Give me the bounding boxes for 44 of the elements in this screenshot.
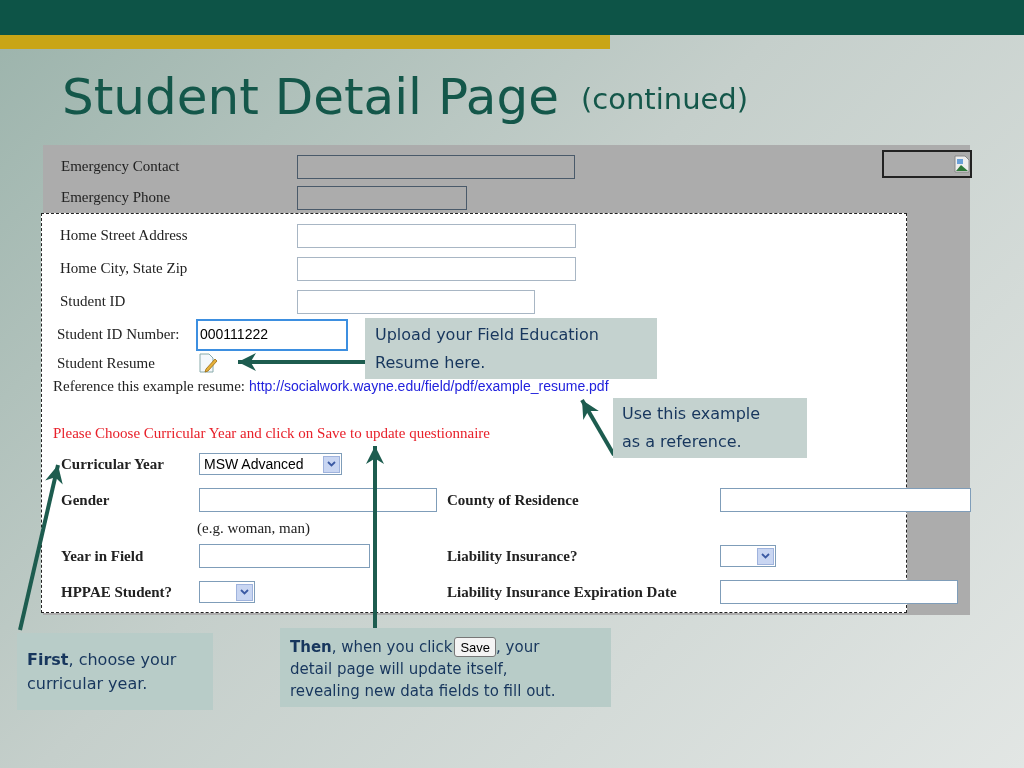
input-field[interactable] [297,154,575,179]
field-label: Student ID [60,292,127,312]
input-field[interactable] [297,289,535,314]
broken-image-icon [954,155,970,173]
field-label: Home Street Address [60,226,189,246]
slide-subtitle: (continued) [580,81,749,119]
field-label: Emergency Phone [61,188,172,208]
callout-text: detail page will update itself, [290,659,509,680]
input-field[interactable] [199,488,437,512]
field-label: Emergency Contact [61,157,181,177]
select-field[interactable]: MSW Advanced [199,453,342,475]
input-field[interactable]: 000111222 [196,318,348,351]
callout-text: Use this example as a reference. [622,403,762,453]
hint-text: (e.g. woman, man) [197,518,310,538]
arrow [580,399,616,456]
field-label: Student ID Number: [57,325,181,345]
input-field[interactable] [199,544,370,568]
example-resume-link[interactable]: http://socialwork.wayne.edu/field/pdf/example_resume.pdf [249,375,609,397]
field-label: Curricular Year [61,454,165,474]
edit-document-icon[interactable] [198,353,218,373]
notice-text: Please Choose Curricular Year and click on Save to update questionnaire [53,423,490,443]
callout-text: Upload your Field Education Resume here. [375,323,600,374]
field-label: HPPAE Student? [61,582,173,602]
select-field[interactable] [199,581,255,603]
callout-text: First, choose your curricular year. [27,648,178,695]
input-field[interactable] [297,223,576,248]
field-label: Year in Field [61,546,145,566]
save-button[interactable]: Save [454,637,497,657]
field-label: Gender [61,490,111,510]
field-label: County of Residence [447,490,580,510]
slide-title: Student Detail Page [62,72,559,122]
field-label: Student Resume [57,353,156,373]
select-field[interactable] [720,545,776,567]
input-field[interactable] [720,488,971,512]
input-field[interactable] [297,185,467,210]
callout-text: , your [496,637,540,658]
field-label: Liability Insurance Expiration Date [447,582,678,602]
field-label: Liability Insurance? [447,546,579,566]
reference-text: Reference this example resume: [53,376,245,396]
callout-text: Then, when you click [290,637,453,658]
callout-text: revealing new data fields to fill out. [290,681,557,702]
input-field[interactable] [720,580,958,604]
input-field[interactable] [297,256,576,281]
field-label: Home City, State Zip [60,259,189,279]
